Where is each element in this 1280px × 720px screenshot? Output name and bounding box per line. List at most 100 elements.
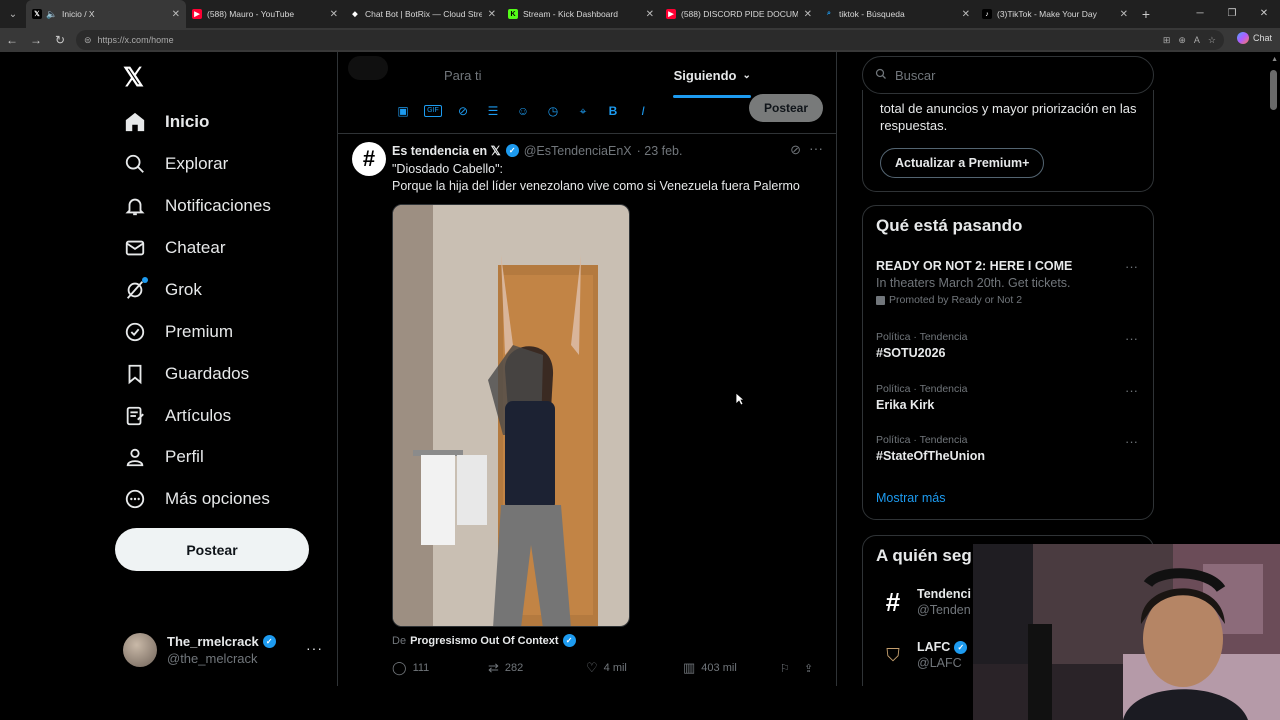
nav-item-grok[interactable]: Grok	[123, 270, 202, 310]
search-icon	[875, 68, 887, 83]
like-button[interactable]: ♡ 4 mil	[586, 660, 683, 676]
nav-item-explorar[interactable]: Explorar	[123, 144, 228, 184]
close-tab-icon[interactable]: ✕	[646, 9, 654, 20]
browser-tab-x[interactable]: 𝕏 🔈 Inicio / X ✕	[26, 0, 186, 28]
browser-tab-youtube[interactable]: ▶ (588) Mauro - YouTube ✕	[186, 0, 344, 28]
nav-item-notificaciones[interactable]: Notificaciones	[123, 186, 271, 226]
nav-item-chatear[interactable]: Chatear	[123, 228, 225, 268]
browser-tab-search[interactable]: ⌕ tiktok - Búsqueda ✕	[818, 0, 976, 28]
poll-icon[interactable]: ☰	[484, 104, 502, 118]
tweet-date[interactable]: · 23 feb.	[637, 144, 683, 158]
image-icon[interactable]: ▣	[394, 104, 412, 118]
avatar[interactable]: #	[352, 142, 386, 176]
bold-icon[interactable]: B	[604, 104, 622, 118]
nav-item-mas-opciones[interactable]: Más opciones	[123, 479, 270, 519]
nav-item-guardados[interactable]: Guardados	[123, 354, 249, 394]
app-available-icon[interactable]: ⊞	[1163, 35, 1171, 46]
search-input[interactable]: Buscar	[862, 56, 1154, 94]
bookmark-icon[interactable]: ⚐	[780, 662, 804, 675]
close-tab-icon[interactable]: ✕	[172, 9, 180, 20]
trend-item[interactable]: Política · Tendencia #SOTU2026 ···	[876, 331, 1146, 360]
verified-badge-icon: ✓	[562, 634, 576, 647]
italic-icon[interactable]: I	[634, 104, 652, 118]
schedule-icon[interactable]: ◷	[544, 104, 562, 118]
copilot-chat-button[interactable]: Chat	[1236, 32, 1272, 44]
verified-icon	[123, 320, 147, 344]
youtube-logo-icon: ▶	[666, 9, 676, 19]
more-icon[interactable]: ···	[306, 640, 323, 656]
more-icon[interactable]: ···	[1125, 383, 1138, 398]
close-tab-icon[interactable]: ✕	[330, 9, 338, 20]
more-icon[interactable]: ···	[1125, 331, 1138, 346]
close-tab-icon[interactable]: ✕	[804, 9, 812, 20]
speaker-icon[interactable]: 🔈	[46, 9, 57, 19]
location-icon[interactable]: ⌖	[574, 104, 592, 119]
trend-item[interactable]: Política · Tendencia #StateOfTheUnion ··…	[876, 434, 1146, 463]
source-account-link[interactable]: Progresismo Out Of Context	[410, 635, 559, 647]
page-scrollbar[interactable]	[1270, 70, 1277, 110]
upgrade-premium-button[interactable]: Actualizar a Premium+	[880, 148, 1045, 178]
browser-tab-youtube-2[interactable]: ▶ (588) DISCORD PIDE DOCUMENTO ✕	[660, 0, 818, 28]
close-tab-icon[interactable]: ✕	[962, 9, 970, 20]
reply-button[interactable]: ◯ 111	[392, 660, 488, 676]
tab-para-ti[interactable]: Para ti	[338, 52, 588, 98]
tweet-author[interactable]: Es tendencia en 𝕏	[392, 143, 501, 158]
grok-icon	[123, 277, 148, 302]
nav-label: Inicio	[165, 112, 210, 131]
back-icon[interactable]: ←	[0, 33, 24, 47]
grok-icon[interactable]: ⊘	[790, 142, 801, 158]
share-icon[interactable]: ⇪	[804, 662, 824, 675]
tweet-text-line: Porque la hija del líder venezolano vive…	[392, 179, 800, 193]
minimize-icon[interactable]: ─	[1184, 0, 1216, 28]
tab-list-menu-button[interactable]: ⌄	[0, 0, 26, 28]
scroll-up-icon[interactable]: ▲	[1271, 56, 1278, 63]
tab-label: (588) DISCORD PIDE DOCUMENTO	[681, 9, 798, 19]
more-icon[interactable]: ···	[809, 140, 823, 156]
trend-item[interactable]: Política · Tendencia Erika Kirk ···	[876, 383, 1146, 412]
x-logo-icon[interactable]: 𝕏	[123, 64, 149, 90]
show-more-link[interactable]: Mostrar más	[876, 491, 945, 505]
verified-badge-icon: ✓	[505, 144, 519, 157]
tab-siguiendo[interactable]: Siguiendo ⌄	[588, 52, 838, 98]
nav-item-articulos[interactable]: Artículos	[123, 396, 231, 436]
site-info-icon[interactable]: ⊜	[84, 35, 92, 46]
more-icon[interactable]: ···	[1125, 259, 1138, 274]
close-tab-icon[interactable]: ✕	[488, 9, 496, 20]
tweet[interactable]: # Es tendencia en 𝕏 ✓ @EsTendenciaEnX · …	[338, 132, 837, 686]
reply-icon: ◯	[392, 660, 407, 675]
forward-icon[interactable]: →	[24, 33, 48, 47]
nav-item-inicio[interactable]: Inicio	[123, 102, 209, 142]
browser-tab-tiktok[interactable]: ♪ (3)TikTok - Make Your Day ✕	[976, 0, 1134, 28]
restore-icon[interactable]: ❐	[1216, 0, 1248, 28]
nav-item-premium[interactable]: Premium	[123, 312, 233, 352]
zoom-icon[interactable]: ⊕	[1178, 35, 1186, 46]
tab-label: Siguiendo	[673, 67, 737, 83]
views-button[interactable]: ▥ 403 mil	[683, 660, 780, 676]
address-bar[interactable]: ⊜ https://x.com/home ⊞ ⊕ A ☆	[76, 30, 1224, 50]
read-aloud-icon[interactable]: A	[1194, 35, 1200, 45]
nav-label: Guardados	[165, 364, 250, 383]
browser-tab-kick[interactable]: K Stream - Kick Dashboard ✕	[502, 0, 660, 28]
repost-button[interactable]: ⇄ 282	[488, 660, 586, 676]
reply-count: 111	[412, 662, 430, 674]
close-tab-icon[interactable]: ✕	[1120, 9, 1128, 20]
repost-icon: ⇄	[488, 660, 499, 675]
nav-label: Notificaciones	[165, 196, 271, 215]
tweet-handle[interactable]: @EsTendenciaEnX	[524, 144, 632, 158]
post-button[interactable]: Postear	[749, 94, 823, 122]
account-switcher[interactable]: The_rmelcrack ✓ @the_melcrack ···	[123, 630, 323, 670]
nav-item-perfil[interactable]: Perfil	[123, 437, 204, 477]
new-tab-icon[interactable]: +	[1134, 6, 1158, 22]
favorite-star-icon[interactable]: ☆	[1208, 35, 1216, 46]
reload-icon[interactable]: ↻	[48, 33, 72, 47]
trend-item[interactable]: READY OR NOT 2: HERE I COME In theaters …	[876, 259, 1146, 306]
tweet-text-line: "Diosdado Cabello":	[392, 162, 504, 176]
tweet-video[interactable]	[392, 204, 630, 627]
close-window-icon[interactable]: ✕	[1248, 0, 1280, 28]
post-button[interactable]: Postear	[115, 528, 309, 571]
grok-icon[interactable]: ⊘	[454, 104, 472, 118]
browser-tab-botrix[interactable]: ◆ Chat Bot | BotRix — Cloud Stream ✕	[344, 0, 502, 28]
more-icon[interactable]: ···	[1125, 434, 1138, 449]
emoji-icon[interactable]: ☺	[514, 104, 532, 118]
gif-icon[interactable]: GIF	[424, 105, 442, 117]
